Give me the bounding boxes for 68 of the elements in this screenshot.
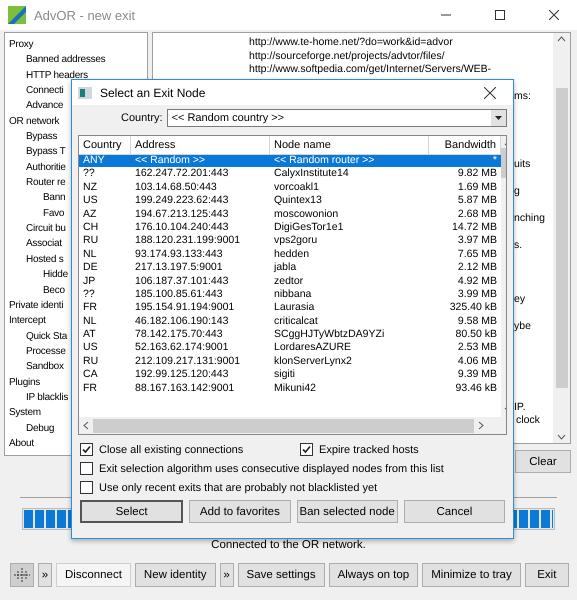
log-line: ey bbox=[514, 292, 526, 306]
table-row[interactable]: ?? 185.100.85.61:443 nibbana 3.99 MB bbox=[79, 288, 501, 302]
log-line: ms: bbox=[514, 90, 531, 104]
country-label: Country: bbox=[121, 112, 163, 124]
sidebar-item[interactable]: HTTP headers bbox=[7, 68, 147, 84]
checkbox-label: Expire tracked hosts bbox=[319, 444, 419, 456]
checkbox[interactable] bbox=[80, 443, 93, 456]
table-row[interactable]: FR 88.167.163.142:9001 Mikuni42 93.46 kB bbox=[79, 382, 501, 396]
scrollbar-thumb[interactable] bbox=[93, 418, 474, 432]
toolbar-button[interactable]: Exit bbox=[524, 563, 569, 587]
table-row[interactable]: DE 217.13.197.5:9001 jabla 2.12 MB bbox=[79, 261, 501, 275]
dialog-button[interactable]: Cancel bbox=[404, 500, 505, 523]
sidebar-item[interactable]: Proxy bbox=[7, 37, 147, 52]
scroll-up-icon[interactable] bbox=[557, 36, 566, 42]
log-line: s. bbox=[514, 238, 522, 252]
network-tool-button[interactable] bbox=[10, 563, 34, 587]
dialog-button[interactable]: Add to favorites bbox=[189, 500, 290, 523]
checkbox-label: Exit selection algorithm uses consecutive displayed nodes from this list bbox=[99, 462, 444, 474]
dialog-button[interactable]: Ban selected node bbox=[296, 500, 398, 523]
scroll-right-icon[interactable] bbox=[478, 421, 484, 430]
dialog-button[interactable]: Select bbox=[80, 500, 184, 523]
table-row[interactable]: NL 93.174.93.133:443 hedden 7.65 MB bbox=[79, 248, 501, 262]
clear-button[interactable]: Clear bbox=[515, 450, 571, 473]
log-line: http://www.te-home.net/?do=work&id=advor bbox=[249, 36, 453, 50]
table-row[interactable]: RU 212.109.217.131:9001 klonServerLynx2 4.06 MB bbox=[79, 354, 501, 368]
checkbox-label: Use only recent exits that are probably not blacklisted yet bbox=[99, 482, 378, 494]
log-line: ybe bbox=[514, 320, 531, 333]
log-line: http://www.softpedia.com/get/Internet/Servers/WEB- bbox=[249, 63, 492, 76]
toolbar-button[interactable]: Minimize to tray bbox=[422, 563, 521, 587]
toolbar-button[interactable]: New identity bbox=[134, 563, 216, 587]
log-line: IP. bbox=[514, 400, 526, 414]
window-title: AdvOR - new exit bbox=[34, 8, 136, 22]
scroll-down-icon[interactable] bbox=[557, 434, 566, 440]
table-row[interactable]: CA 192.99.125.120:443 sigiti 9.39 MB bbox=[79, 368, 501, 382]
table-row[interactable]: US 199.249.223.62:443 Quintex13 5.87 MB bbox=[79, 194, 501, 208]
table-row[interactable]: ?? 162.247.72.201:443 CalyxInstitute14 9.82 MB bbox=[79, 167, 501, 181]
scrollbar-thumb[interactable] bbox=[556, 88, 568, 388]
toolbar-button[interactable]: Always on top bbox=[328, 563, 418, 587]
country-dropdown[interactable]: << Random country >> bbox=[166, 109, 507, 127]
toolbar-button[interactable]: Save settings bbox=[238, 563, 325, 587]
window-icon bbox=[78, 86, 92, 98]
log-line: uits bbox=[514, 158, 530, 171]
log-line: http://sourceforge.net/projects/advtor/files/ bbox=[249, 50, 445, 63]
log-line: nching bbox=[514, 212, 545, 225]
table-row[interactable]: AT 78.142.175.70:443 SCggHJTyWbtzDA9YZi 80.50 kB bbox=[79, 328, 501, 342]
scroll-left-icon[interactable] bbox=[83, 421, 89, 430]
checkbox[interactable] bbox=[300, 443, 313, 456]
table-row[interactable]: NZ 103.14.68.50:443 vorcoakl1 1.69 MB bbox=[79, 180, 501, 194]
toolbar-button[interactable]: Disconnect bbox=[56, 563, 131, 587]
sidebar-item[interactable]: Banned addresses bbox=[7, 52, 147, 68]
table-row[interactable]: ANY << Random >> << Random router >> * bbox=[79, 154, 501, 168]
checkbox[interactable] bbox=[80, 462, 93, 475]
checkbox-label: Close all existing connections bbox=[99, 444, 244, 456]
table-row[interactable]: FR 195.154.91.194:9001 Laurasia 325.40 kB bbox=[79, 301, 501, 315]
more-button[interactable]: » bbox=[220, 563, 234, 587]
table-row[interactable]: US 52.163.62.174:9001 LordaresAZURE 2.53 MB bbox=[79, 341, 501, 355]
app-logo-icon bbox=[8, 6, 26, 24]
table-row[interactable]: CH 176.10.104.240:443 DigiGesTor1e1 14.72 MB bbox=[79, 220, 501, 234]
table-row[interactable]: NL 46.182.106.190:143 criticalcat 9.58 MB bbox=[79, 314, 501, 328]
status-text: Connected to the OR network. bbox=[210, 539, 367, 553]
checkbox[interactable] bbox=[80, 481, 93, 494]
dialog-title: Select an Exit Node bbox=[100, 86, 206, 100]
log-line: g bbox=[514, 184, 520, 198]
table-row[interactable]: AZ 194.67.213.125:443 moscowonion 2.68 MB bbox=[79, 208, 501, 221]
more-button[interactable]: » bbox=[38, 563, 52, 587]
table-row[interactable]: RU 188.120.231.199:9001 vps2goru 3.97 MB bbox=[79, 234, 501, 248]
table-row[interactable]: JP 106.187.37.101:443 zedtor 4.92 MB bbox=[79, 274, 501, 288]
log-line: clock bbox=[516, 414, 540, 428]
